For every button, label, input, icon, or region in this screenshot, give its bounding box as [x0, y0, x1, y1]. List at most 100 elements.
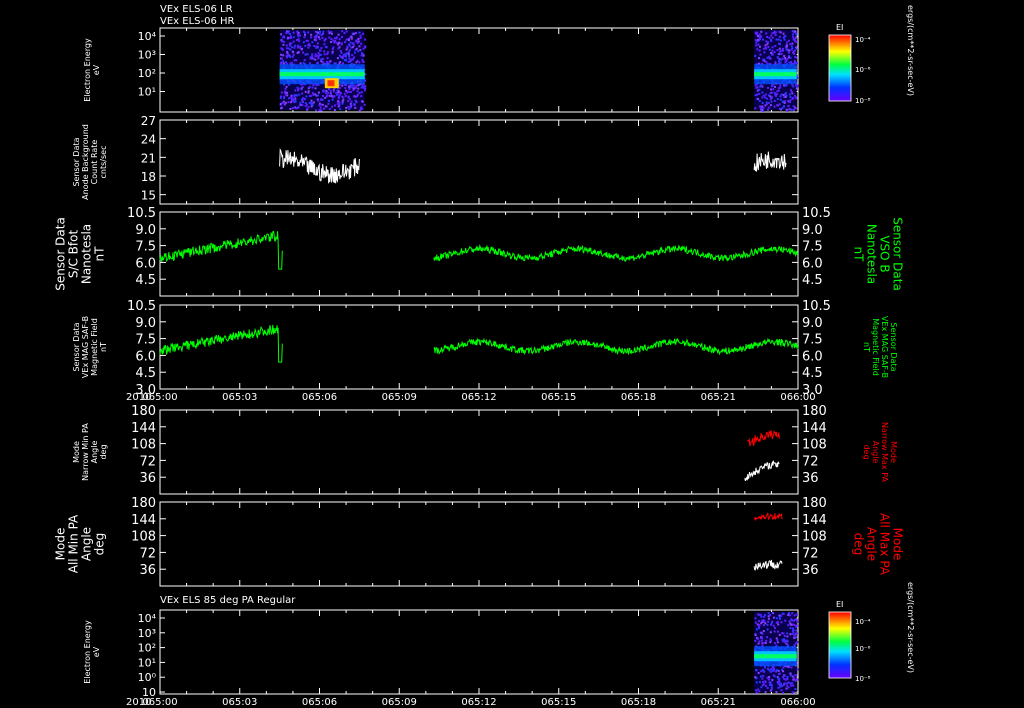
- spectro-pixel: [767, 46, 770, 49]
- spectro-pixel: [783, 638, 786, 641]
- spectro-pixel: [754, 54, 757, 57]
- spectro-pixel: [790, 89, 793, 92]
- spectro-pixel: [754, 621, 757, 624]
- ylabel-line: Anode Background: [81, 124, 90, 200]
- ylabel: Electron Energy eV: [83, 38, 101, 102]
- spectro-pixel: [764, 691, 767, 694]
- spectro-pixel: [286, 47, 289, 50]
- spectro-pixel: [757, 688, 760, 691]
- spectro-pixel: [793, 614, 796, 617]
- y-tick-label-right: 36: [802, 471, 819, 486]
- spectro-pixel: [318, 32, 321, 35]
- spectro-pixel: [771, 669, 774, 672]
- spectro-pixel: [759, 85, 762, 88]
- y-tick-label: 7.5: [135, 333, 156, 348]
- spectro-pixel: [768, 57, 771, 60]
- spectro-pixel: [353, 84, 356, 87]
- ylabel-line: Mode: [54, 528, 68, 561]
- panel-frame: [159, 409, 799, 495]
- colorbar-units-bottom: ergs/(cm**2-sr-sec-eV): [906, 582, 915, 673]
- spectro-pixel: [288, 97, 291, 100]
- spectro-pixel: [756, 637, 759, 640]
- spectro-pixel: [772, 624, 775, 627]
- spectro-pixel: [757, 98, 760, 101]
- spectro-pixel: [285, 31, 288, 34]
- y-tick-label: 24: [141, 133, 156, 147]
- spectro-pixel: [355, 101, 358, 104]
- spectro-pixel: [358, 92, 361, 95]
- y-tick-label: 180: [131, 496, 156, 511]
- spectro-pixel: [794, 38, 797, 41]
- spectro-pixel: [787, 99, 790, 102]
- spectro-pixel: [773, 630, 776, 633]
- cb-bot-tick-3: 10⁻⁸: [855, 675, 871, 683]
- spectro-pixel: [771, 32, 774, 35]
- spectro-pixel: [789, 95, 792, 98]
- spectro-pixel: [323, 107, 326, 110]
- spectro-pixel: [763, 60, 766, 63]
- x-tick-label: 065:15: [541, 697, 576, 708]
- spectro-pixel: [767, 86, 770, 89]
- spectro-pixel: [774, 642, 777, 645]
- y-tick-label-right: 144: [802, 513, 827, 528]
- spectro-pixel: [796, 668, 799, 671]
- spectro-pixel: [363, 103, 366, 106]
- y-tick-label: 36: [139, 471, 156, 486]
- spectro-pixel: [776, 104, 779, 107]
- spectro-pixel: [357, 87, 360, 90]
- spectro-pixel: [771, 49, 774, 52]
- spectro-pixel: [793, 30, 796, 33]
- spectro-pixel: [311, 41, 314, 44]
- spectro-pixel: [309, 57, 312, 60]
- spectro-pixel: [298, 93, 301, 96]
- spectro-pixel: [338, 54, 341, 57]
- spectro-pixel: [338, 38, 341, 41]
- spectro-pixel: [775, 38, 778, 41]
- spectro-pixel: [307, 46, 310, 49]
- spectro-pixel: [783, 55, 786, 58]
- ylabel-right-line: Sensor Data: [891, 217, 905, 291]
- spectro-pixel: [778, 677, 781, 680]
- x-tick-label: 065:21: [701, 392, 736, 403]
- spectro-pixel: [762, 630, 765, 633]
- spectro-pixel: [791, 84, 794, 87]
- spectro-pixel: [769, 631, 772, 634]
- spectro-pixel: [320, 47, 323, 50]
- spectro-pixel: [765, 60, 768, 63]
- spectro-pixel: [795, 56, 798, 59]
- y-tick-label-right: 10.5: [802, 299, 831, 314]
- y-tick-label: 10³: [138, 49, 156, 62]
- spectro-pixel: [330, 32, 333, 35]
- spectro-pixel: [766, 628, 769, 631]
- spectro-pixel: [325, 89, 328, 92]
- spectro-pixel: [341, 100, 344, 103]
- spectro-pixel: [311, 86, 314, 89]
- y-tick-label: 27: [141, 114, 156, 128]
- spectro-pixel: [765, 32, 768, 35]
- spectro-pixel: [320, 34, 323, 37]
- series-red: [747, 429, 780, 447]
- spectro-pixel: [780, 682, 783, 685]
- spectro-pixel: [334, 40, 337, 43]
- x-tick-label: 066:00: [780, 697, 815, 708]
- y-tick-label-right: 108: [802, 530, 827, 545]
- spectro-pixel: [789, 674, 792, 677]
- spectro-pixel: [328, 88, 331, 91]
- spectro-pixel: [791, 612, 794, 615]
- spectro-pixel: [326, 53, 329, 56]
- spectro-pixel: [754, 634, 757, 637]
- spectro-pixel: [776, 93, 779, 96]
- spectro-pixel: [780, 684, 783, 687]
- spectro-pixel: [357, 37, 360, 40]
- y-tick-label: 10: [142, 686, 156, 699]
- spectro-pixel: [358, 45, 361, 48]
- y-tick-label: 4.5: [135, 273, 156, 288]
- spectro-pixel: [795, 36, 798, 39]
- spectro-pixel: [785, 41, 788, 44]
- ylabel-line: Mode: [72, 441, 81, 463]
- spectro-pixel: [774, 31, 777, 34]
- spectro-pixel: [780, 52, 783, 55]
- spectro-pixel: [280, 57, 283, 60]
- spectro-pixel: [316, 42, 319, 45]
- spectro-pixel: [775, 617, 778, 620]
